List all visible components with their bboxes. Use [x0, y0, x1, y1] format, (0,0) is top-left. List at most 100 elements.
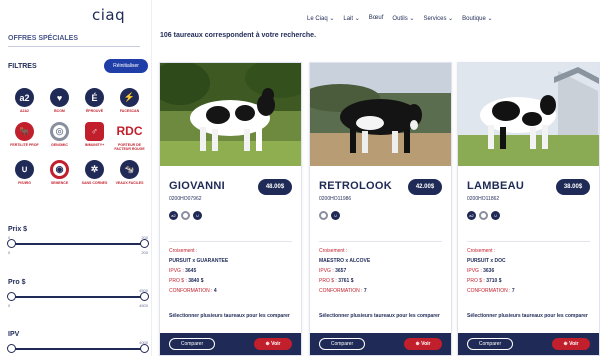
cow-photo-image [310, 63, 451, 166]
genomic-ring-icon [479, 211, 488, 220]
bull-name[interactable]: GIOVANNI [169, 180, 225, 192]
genomic-ring-icon [181, 211, 190, 220]
conformation-label: CONFORMATION : [319, 288, 363, 294]
filter-facescan[interactable]: ⚡ FACESCAN [113, 88, 146, 114]
filter-icon-grid: a2 A2A2 ♥ BCOM É ÉPROUVÉ ⚡ FACESCAN 🐂 FERTILI… [8, 88, 146, 185]
pro-range-filter: Pro $ 4500 0 4500 [7, 279, 149, 315]
ipvg-label: IPVG : [319, 268, 334, 274]
cross-value: PURSUIT x GUARANTEE [169, 258, 229, 264]
ipvg-label: IPVG : [169, 268, 184, 274]
range-track[interactable] [7, 239, 149, 248]
shield-icon: ♂ [85, 121, 104, 141]
a2-badge-icon: a2 [467, 211, 476, 220]
pro-label: PRO $ : [467, 278, 485, 284]
range-min-handle[interactable] [7, 292, 16, 301]
filter-rdc[interactable]: RDC PORTEUR DE FACTEUR ROUGE [113, 122, 146, 152]
bull-card-retrolook: RETROLOOK 0200HO11986 42.00$ ∪ Croisemen… [309, 62, 452, 356]
filter-bcom[interactable]: ♥ BCOM [43, 88, 76, 114]
filter-label: GENOMIC [51, 142, 68, 147]
cross-label: Croisement : [467, 248, 496, 254]
conformation-label: CONFORMATION : [169, 288, 213, 294]
filter-genomic[interactable]: ◎ GENOMIC [43, 121, 76, 152]
cross-label: Croisement : [169, 248, 198, 254]
bull-info: Croisement : PURSUIT x GUARANTEE IPVG : … [169, 246, 228, 296]
range-track[interactable] [7, 344, 149, 353]
filter-sidebar: ciaq OFFRES SPÉCIALES FILTRES Réinitiali… [0, 0, 152, 356]
filter-label: SEMENCE [50, 180, 69, 185]
cross-value: PURSUIT x DOC [467, 258, 506, 264]
filter-sans-cornes[interactable]: ✲ SANS CORNES [78, 159, 111, 186]
nav-le-ciaq[interactable]: Le Ciaq ⌄ [307, 15, 334, 22]
proven-e-icon: É [85, 88, 104, 107]
filter-eprouve[interactable]: É ÉPROUVÉ [78, 88, 111, 114]
range-max-handle[interactable] [140, 239, 149, 248]
filter-label: A2A2 [20, 109, 29, 113]
filter-label: PIS/IRG [18, 180, 31, 185]
cross-label: Croisement : [319, 248, 348, 254]
range-max-handle[interactable] [140, 344, 149, 353]
range-max-label: 200 [141, 250, 148, 255]
nav-outils[interactable]: Outils ⌄ [392, 15, 414, 22]
view-button[interactable]: ⊕ Voir [404, 338, 442, 350]
range-min-handle[interactable] [7, 239, 16, 248]
filter-pis[interactable]: ∪ PIS/IRG [8, 159, 41, 186]
filter-semence[interactable]: ◉ SEMENCE [43, 159, 76, 186]
ciaq-logo[interactable]: ciaq [92, 6, 125, 24]
compare-note: Sélectionner plusieurs taureaux pour les… [467, 313, 588, 319]
bull-photo[interactable] [458, 63, 599, 166]
compare-button[interactable]: Comparer [319, 338, 365, 350]
card-footer: Comparer ⊕ Voir [458, 333, 599, 355]
range-min-label: 0 [8, 303, 11, 308]
nav-boutique[interactable]: Boutique ⌄ [462, 15, 492, 22]
nav-boeuf[interactable]: Bœuf [369, 15, 384, 22]
bull-head-icon: 🐂 [15, 121, 34, 141]
nav-lait[interactable]: Lait ⌄ [343, 15, 359, 22]
compare-button[interactable]: Comparer [467, 338, 513, 350]
filter-label: IMMUNITY+ [84, 142, 105, 147]
genomic-ring-icon [319, 211, 328, 220]
compare-note: Sélectionner plusieurs taureaux pour les… [319, 313, 440, 319]
cow-photo-image [458, 63, 599, 166]
range-max-handle[interactable] [140, 292, 149, 301]
bull-name[interactable]: LAMBEAU [467, 180, 524, 192]
card-footer: Comparer ⊕ Voir [310, 333, 451, 355]
ipvg-value: 3645 [185, 268, 197, 274]
ipvg-value: 3657 [335, 268, 347, 274]
pro-label: PRO $ : [169, 278, 187, 284]
filter-veaux[interactable]: 🐄 VEAUX FACILES [113, 159, 146, 186]
range-min-handle[interactable] [7, 344, 16, 353]
bull-info: Croisement : MAESTRO x ALCOVE IPVG : 365… [319, 246, 370, 296]
view-button[interactable]: ⊕ Voir [552, 338, 590, 350]
udder-curve-icon: ∪ [491, 211, 500, 220]
range-top-values: 4000 [8, 340, 148, 346]
price-badge: 48.00$ [258, 179, 292, 195]
range-bottom-values: 0 200 [8, 250, 148, 262]
cow-photo-image [160, 63, 301, 166]
polled-icon: ✲ [85, 159, 104, 179]
filter-a2a2[interactable]: a2 A2A2 [8, 88, 41, 114]
filter-immunity[interactable]: ♂ IMMUNITY+ [78, 121, 111, 152]
reset-filters-button[interactable]: Réinitialiser [104, 59, 148, 73]
range-min-label: 0 [8, 250, 11, 255]
bull-photo[interactable] [160, 63, 301, 166]
pro-label: PRO $ : [319, 278, 337, 284]
bull-card-lambeau: LAMBEAU 0200HO11862 38.00$ a2 ∪ Croiseme… [457, 62, 600, 356]
udder-curve-icon: ∪ [15, 159, 34, 179]
range-track[interactable] [7, 292, 149, 301]
filter-label: ÉPROUVÉ [85, 109, 104, 113]
range-title: Pro $ [8, 279, 26, 286]
results-count: 106 taureaux correspondent à votre reche… [160, 32, 317, 39]
bull-name[interactable]: RETROLOOK [319, 180, 392, 192]
bull-code: 0200HO07962 [169, 196, 202, 202]
bull-trait-icons: a2 ∪ [467, 211, 500, 220]
filters-heading: FILTRES [8, 63, 37, 70]
bull-photo[interactable] [310, 63, 451, 166]
nav-services[interactable]: Services ⌄ [423, 15, 453, 22]
udder-curve-icon: ∪ [193, 211, 202, 220]
filter-fertilite[interactable]: 🐂 FERTILITÉ PROF [8, 121, 41, 152]
offres-speciales-link[interactable]: OFFRES SPÉCIALES [8, 35, 140, 47]
compare-button[interactable]: Comparer [169, 338, 215, 350]
bull-code: 0200HO11862 [467, 196, 500, 202]
udder-curve-icon: ∪ [331, 211, 340, 220]
view-button[interactable]: ⊕ Voir [254, 338, 292, 350]
